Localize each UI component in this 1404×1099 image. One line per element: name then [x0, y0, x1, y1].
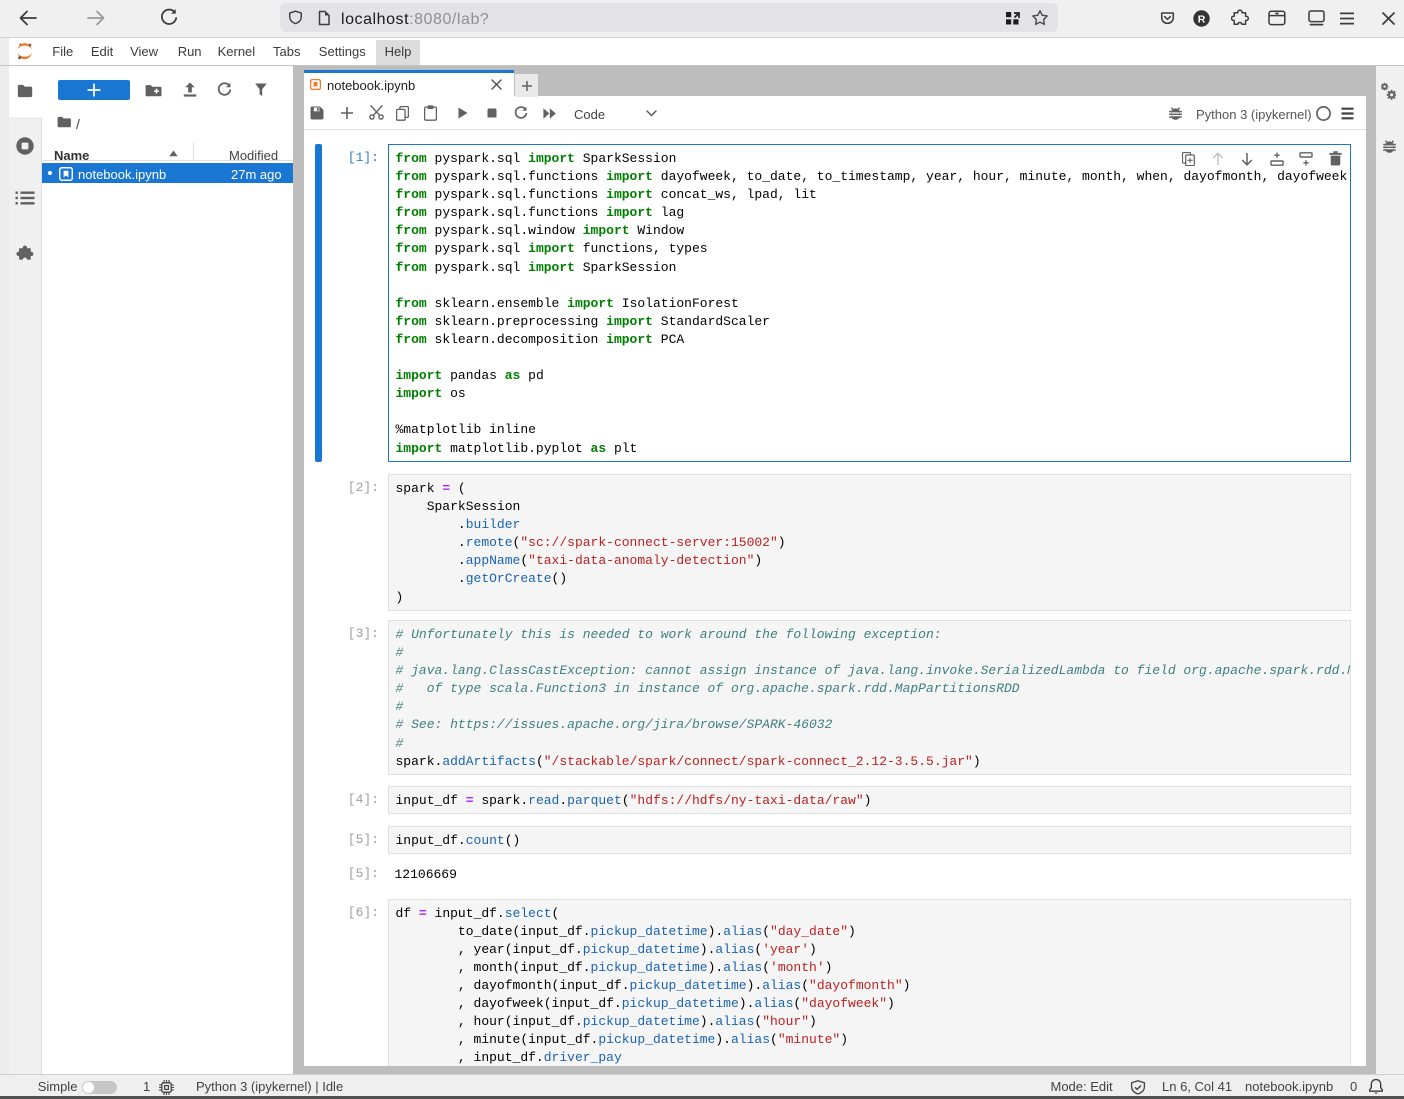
svg-text:R: R: [1198, 13, 1206, 25]
